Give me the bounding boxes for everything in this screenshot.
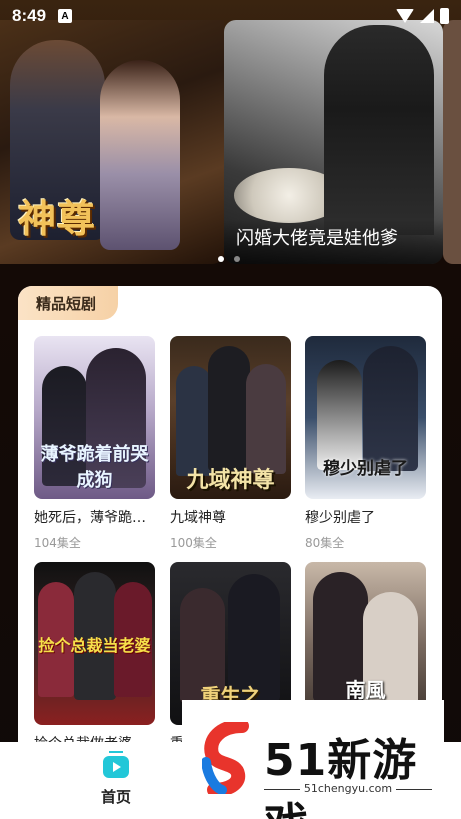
banner-figure — [324, 25, 434, 235]
episode-count: 100集全 — [170, 536, 217, 550]
watermark-url: 51chengyu.com — [299, 782, 397, 795]
drama-name: 九域神尊 — [170, 510, 226, 526]
drama-name: 穆少别虐了 — [305, 510, 375, 526]
drama-card[interactable]: 九域神尊 九域神尊 100集全 — [170, 336, 291, 551]
drama-card[interactable]: 穆少别虐了 穆少别虐了 80集全 — [305, 336, 426, 551]
tv-icon — [103, 751, 129, 778]
banner-slide-next[interactable] — [443, 20, 461, 264]
status-time: 8:49 — [12, 6, 47, 25]
status-bar: 8:49 A — [0, 0, 461, 32]
poster-title: 穆少别虐了 — [323, 459, 408, 479]
drama-poster[interactable]: 九域神尊 — [170, 336, 291, 499]
logo-icon — [202, 722, 249, 794]
poster-title: 薄爷跪着前哭成狗 — [40, 444, 149, 491]
episode-count: 104集全 — [34, 536, 81, 550]
drama-poster[interactable]: 穆少别虐了 — [305, 336, 426, 499]
signal-icon — [420, 9, 434, 23]
episode-count: 80集全 — [305, 536, 345, 550]
drama-card[interactable]: 薄爷跪着前哭成狗 她死后，薄爷跪… 104集全 — [34, 336, 155, 551]
carousel-indicator — [218, 256, 240, 262]
poster-title: 捡个总裁当老婆 — [38, 636, 151, 655]
watermark-url-wrap: 51chengyu.com — [264, 782, 432, 795]
banner-left-title: 神尊 — [18, 196, 97, 241]
section-title: 精品短剧 — [18, 286, 119, 320]
banner-caption: 闪婚大佬竟是娃他爹 — [236, 228, 398, 249]
poster-title: 南風 — [345, 678, 386, 702]
drama-card[interactable]: 捡个总裁当老婆 捡个总裁做老婆 — [34, 562, 155, 760]
banner-slide-previous[interactable]: 神尊 — [0, 20, 224, 264]
drama-poster[interactable]: 薄爷跪着前哭成狗 — [34, 336, 155, 499]
banner-slide-current[interactable]: 闪婚大佬竟是娃他爹 — [224, 20, 443, 264]
notification-icon: A — [58, 9, 73, 23]
battery-icon — [440, 8, 449, 24]
drama-poster[interactable]: 捡个总裁当老婆 — [34, 562, 155, 725]
carousel-dot — [234, 256, 240, 262]
nav-home-label: 首页 — [100, 788, 131, 806]
nav-home[interactable]: 首页 — [88, 751, 144, 807]
banner-carousel[interactable]: 神尊 闪婚大佬竟是娃他爹 — [0, 20, 461, 268]
drama-name: 她死后，薄爷跪… — [34, 510, 146, 526]
watermark-brand: 51新游戏 — [264, 735, 418, 819]
banner-figure — [100, 60, 180, 250]
wifi-icon — [396, 9, 414, 23]
poster-title: 九域神尊 — [186, 467, 275, 493]
carousel-dot-active — [218, 256, 224, 262]
watermark: 51新游戏 51chengyu.com — [182, 700, 444, 819]
